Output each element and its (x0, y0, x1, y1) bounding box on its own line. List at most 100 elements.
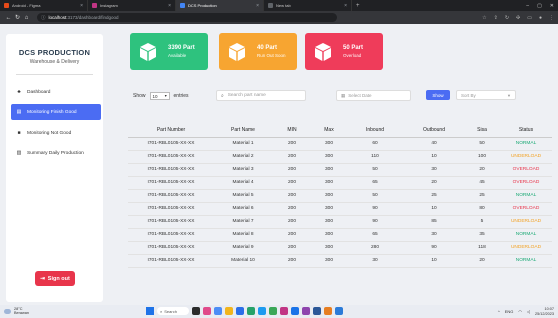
table-row[interactable]: I701-RBL0105-XX-XX Material 9 200 300 280 90 1… (128, 241, 552, 255)
column-header[interactable]: MIN (272, 124, 312, 138)
entries-label: entries (173, 93, 189, 99)
back-icon[interactable]: ← (4, 15, 13, 21)
chrome-icon[interactable] (291, 307, 299, 315)
column-header[interactable]: Max (312, 124, 346, 138)
column-header[interactable]: Part Name (214, 124, 272, 138)
max-cell: 300 (312, 189, 346, 203)
edge-icon[interactable] (258, 307, 266, 315)
chevron-up-icon[interactable]: ^ (498, 309, 500, 314)
system-tray: ^ ENG ◠ ◁ 10:07 25/12/2023 (498, 307, 558, 315)
inbound-cell: 50 (346, 163, 404, 177)
column-header[interactable]: Status (500, 124, 552, 138)
app-icon[interactable] (214, 307, 222, 315)
table-row[interactable]: I701-RBL0105-XX-XX Material 4 200 300 65 20 45… (128, 176, 552, 190)
entries-select[interactable]: 10 ▼ (149, 92, 170, 100)
tab-favicon-icon (4, 3, 9, 8)
sign-out-button[interactable]: ⇥ Sign out (35, 271, 75, 286)
close-tab-icon[interactable]: × (168, 3, 171, 9)
share-icon[interactable]: ⇪ (494, 15, 498, 21)
inbound-cell: 65 (346, 228, 404, 242)
profile-icon[interactable]: ● (539, 15, 542, 21)
browser-tab[interactable]: New tab × (264, 0, 352, 11)
task-view-icon[interactable] (192, 307, 200, 315)
address-bar: ← ↻ ⌂ ⓘ localhost :3173/dashboard/findgo… (0, 11, 558, 24)
sidebar-item-summary-daily-production[interactable]: ▥ Summary Daily Production (11, 145, 101, 161)
sidebar-toggle-icon[interactable]: ▭ (527, 15, 532, 21)
tab-title: Android - Figma (12, 3, 41, 8)
sidebar-item-monitoring-finish-good[interactable]: ▤ Monitoring Finish Good (11, 104, 101, 120)
outbound-cell: 30 (404, 163, 464, 177)
app-icon[interactable] (302, 307, 310, 315)
app-icon[interactable] (335, 307, 343, 315)
table-row[interactable]: I701-RBL0105-XX-XX Material 10 200 300 30 10 2… (128, 254, 552, 268)
site-info-icon[interactable]: ⓘ (41, 15, 46, 21)
app-icon[interactable] (280, 307, 288, 315)
app-icon[interactable] (313, 307, 321, 315)
column-header[interactable]: Inbound (346, 124, 404, 138)
close-tab-icon[interactable]: × (256, 3, 259, 9)
weather-widget[interactable]: 28°C Berawan (4, 307, 29, 316)
taskbar-search[interactable]: ⌕ Search (157, 307, 189, 315)
inbound-cell: 90 (346, 215, 404, 229)
part-name-cell: Material 3 (214, 163, 272, 177)
inbound-cell: 90 (346, 202, 404, 216)
app-icon[interactable] (236, 307, 244, 315)
browser-tab[interactable]: Instagram × (88, 0, 176, 11)
maximize-icon[interactable]: ▢ (537, 3, 542, 9)
max-cell: 300 (312, 176, 346, 190)
puzzle-icon[interactable]: ✣ (516, 15, 520, 21)
wifi-icon[interactable]: ◠ (518, 309, 522, 314)
new-tab-button[interactable]: + (356, 3, 360, 9)
close-tab-icon[interactable]: × (344, 3, 347, 9)
table-row[interactable]: I701-RBL0105-XX-XX Material 1 200 300 60 40 50… (128, 137, 552, 151)
card-overload: 50 Part Overload (305, 33, 383, 70)
column-header[interactable]: Outbound (404, 124, 464, 138)
column-header[interactable]: Sisa (464, 124, 500, 138)
close-tab-icon[interactable]: × (80, 3, 83, 9)
windows-start-icon[interactable] (146, 307, 154, 315)
minimize-icon[interactable]: – (526, 3, 529, 9)
sidebar-item-monitoring-not-good[interactable]: ■ Monitoring Not Good (11, 125, 101, 141)
inbound-cell: 60 (346, 137, 404, 151)
divider (16, 74, 93, 75)
app-icon[interactable] (203, 307, 211, 315)
sort-select[interactable]: Sort By ▼ (456, 90, 516, 100)
clipboard-icon: ▤ (16, 109, 22, 115)
url-host: localhost (48, 15, 67, 20)
part-number-cell: I701-RBL0105-XX-XX (128, 137, 214, 151)
outbound-cell: 90 (404, 241, 464, 255)
menu-icon[interactable]: ⋮ (549, 15, 554, 21)
table-row[interactable]: I701-RBL0105-XX-XX Material 5 200 300 50 25 25… (128, 189, 552, 203)
app-icon[interactable] (324, 307, 332, 315)
show-button[interactable]: Show (426, 90, 450, 100)
max-cell: 300 (312, 150, 346, 164)
reload-icon[interactable]: ↻ (13, 14, 22, 21)
table-row[interactable]: I701-RBL0105-XX-XX Material 2 200 300 110 10 1… (128, 150, 552, 164)
search-input[interactable]: ⌕ Search part name (216, 90, 306, 101)
sisa-cell: 118 (464, 241, 500, 255)
date-picker[interactable]: ▦ Select Date (336, 90, 411, 101)
browser-tab[interactable]: Android - Figma × (0, 0, 88, 11)
language-indicator[interactable]: ENG (505, 309, 514, 314)
sidebar-item-label: Summary Daily Production (27, 150, 84, 156)
outbound-cell: 85 (404, 215, 464, 229)
table-row[interactable]: I701-RBL0105-XX-XX Material 7 200 300 90 85 5 U… (128, 215, 552, 229)
folder-icon[interactable] (225, 307, 233, 315)
clock[interactable]: 10:07 25/12/2023 (535, 307, 554, 315)
column-header[interactable]: Part Number (128, 124, 214, 138)
table-row[interactable]: I701-RBL0105-XX-XX Material 6 200 300 90 10 80… (128, 202, 552, 216)
max-cell: 300 (312, 137, 346, 151)
table-row[interactable]: I701-RBL0105-XX-XX Material 8 200 300 65 30 35… (128, 228, 552, 242)
max-cell: 300 (312, 228, 346, 242)
vscode-icon[interactable] (269, 307, 277, 315)
close-window-icon[interactable]: ✕ (550, 3, 554, 9)
sidebar-item-dashboard[interactable]: ♣ Dashboard (11, 84, 101, 100)
sync-icon[interactable]: ↻ (505, 15, 509, 21)
url-field[interactable]: ⓘ localhost :3173/dashboard/findgood (37, 13, 337, 22)
home-icon[interactable]: ⌂ (22, 15, 31, 21)
volume-icon[interactable]: ◁ (527, 309, 530, 314)
browser-tab[interactable]: DCS Production × (176, 0, 264, 11)
extension-icon[interactable]: ☆ (482, 15, 486, 21)
app-icon[interactable] (247, 307, 255, 315)
table-row[interactable]: I701-RBL0105-XX-XX Material 3 200 300 50 30 20… (128, 163, 552, 177)
